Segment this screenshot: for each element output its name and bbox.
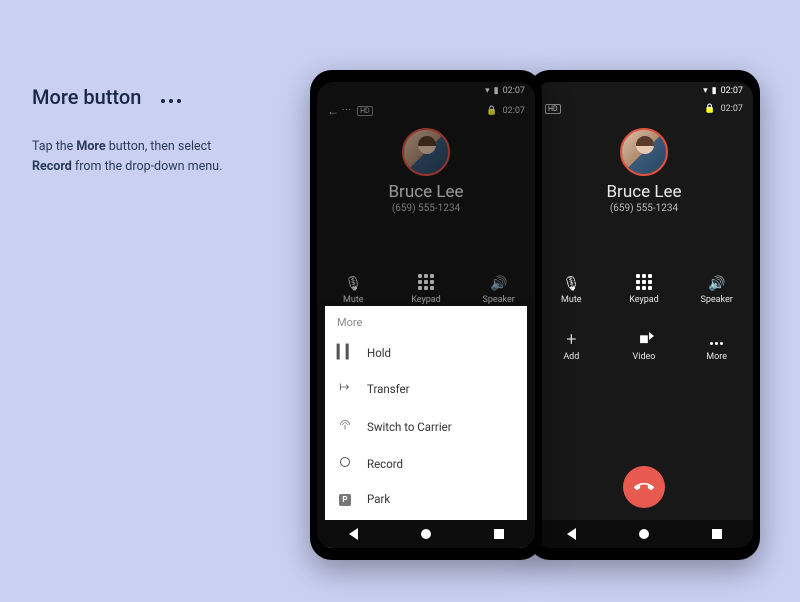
add-button[interactable]: + Add [535,329,608,362]
plus-icon: + [566,329,576,350]
more-menu: More ▎▎ Hold Transfer Switch to Carrier … [325,306,527,548]
android-navbar [535,520,753,548]
status-time: 02:07 [721,86,743,96]
action-grid: Mute Keypad Speaker + Add Video More [535,272,753,362]
mic-icon [562,273,580,292]
more-icon [159,88,183,107]
phone-right: ▾ ▮ 02:07 HD 02:07 Bruce Lee (659) 555-1… [528,70,760,560]
back-arrow-icon[interactable]: ← [327,104,339,118]
phone-right-screen: ▾ ▮ 02:07 HD 02:07 Bruce Lee (659) 555-1… [535,82,753,548]
avatar [620,128,668,176]
call-timer: 02:07 [721,104,743,114]
caller-name: Bruce Lee [317,182,535,202]
avatar [402,128,450,176]
park-icon: P [337,491,353,506]
nav-back-icon[interactable] [349,528,358,540]
caller-number: (659) 555-1234 [535,203,753,214]
menu-item-park[interactable]: P Park [325,481,527,516]
battery-icon: ▮ [712,86,717,96]
keypad-label: Keypad [629,295,659,305]
status-bar: ▾ ▮ 02:07 [485,86,525,96]
mute-button[interactable]: Mute [535,272,608,305]
nav-home-icon[interactable] [639,529,649,539]
mute-label: Mute [561,295,582,305]
keypad-icon [636,274,652,290]
antenna-icon [337,418,353,436]
menu-label-hold: Hold [367,346,391,360]
menu-label-record: Record [367,457,403,471]
status-time: 02:07 [503,86,525,96]
header-row: ← ··· HD 02:07 [327,104,525,118]
mute-label: Mute [343,295,364,305]
lock-icon [486,106,497,116]
menu-item-switch-carrier[interactable]: Switch to Carrier [325,408,527,446]
menu-item-record[interactable]: Record [325,446,527,481]
video-button[interactable]: Video [608,329,681,362]
phone-left-screen: ▾ ▮ 02:07 ← ··· HD 02:07 Bruce Lee (659)… [317,82,535,548]
nav-home-icon[interactable] [421,529,431,539]
menu-label-transfer: Transfer [367,382,410,396]
wifi-icon: ▾ [485,86,490,96]
record-icon [337,456,353,471]
call-timer: 02:07 [503,106,525,116]
hd-badge: HD [357,106,373,116]
menu-title: More [325,306,527,335]
more-label: More [706,352,727,362]
menu-item-transfer[interactable]: Transfer [325,370,527,408]
caller-name: Bruce Lee [535,182,753,202]
menu-item-hold[interactable]: ▎▎ Hold [325,335,527,370]
speaker-label: Speaker [482,295,514,305]
more-icon [709,330,724,349]
keypad-button[interactable]: Keypad [390,272,463,305]
menu-label-switch: Switch to Carrier [367,420,452,434]
phone-hangup-icon [634,477,654,497]
nav-recent-icon[interactable] [494,529,504,539]
keypad-icon [418,274,434,290]
speaker-button[interactable]: Speaker [462,272,535,305]
caller-number: (659) 555-1234 [317,203,535,214]
end-call-button[interactable] [623,466,665,508]
speaker-button[interactable]: Speaker [680,272,753,305]
header-row: HD 02:07 [545,104,743,114]
android-navbar [317,520,535,548]
action-grid: Mute Keypad Speaker [317,272,535,305]
nav-back-icon[interactable] [567,528,576,540]
speaker-icon [490,273,507,292]
nav-recent-icon[interactable] [712,529,722,539]
keypad-label: Keypad [411,295,441,305]
pause-icon: ▎▎ [337,345,353,360]
battery-icon: ▮ [494,86,499,96]
hd-badge: HD [545,104,561,114]
instructions-title: More button [32,85,141,109]
status-bar: ▾ ▮ 02:07 [703,86,743,96]
dots-icon: ··· [342,106,352,116]
wifi-icon: ▾ [703,86,708,96]
mic-icon [344,273,362,292]
caller-info: Bruce Lee (659) 555-1234 [317,128,535,214]
caller-info: Bruce Lee (659) 555-1234 [535,128,753,214]
menu-label-park: Park [367,492,390,506]
phone-left: ▾ ▮ 02:07 ← ··· HD 02:07 Bruce Lee (659)… [310,70,542,560]
mute-button[interactable]: Mute [317,272,390,305]
lock-icon [704,104,715,114]
speaker-icon [708,273,725,292]
video-label: Video [633,352,656,362]
speaker-label: Speaker [700,295,732,305]
transfer-icon [337,380,353,398]
keypad-button[interactable]: Keypad [608,272,681,305]
video-icon [639,329,649,349]
instructions-body: Tap the More button, then select Record … [32,137,312,177]
instructions-panel: More button Tap the More button, then se… [32,85,312,177]
more-button[interactable]: More [680,329,753,362]
add-label: Add [563,352,579,362]
